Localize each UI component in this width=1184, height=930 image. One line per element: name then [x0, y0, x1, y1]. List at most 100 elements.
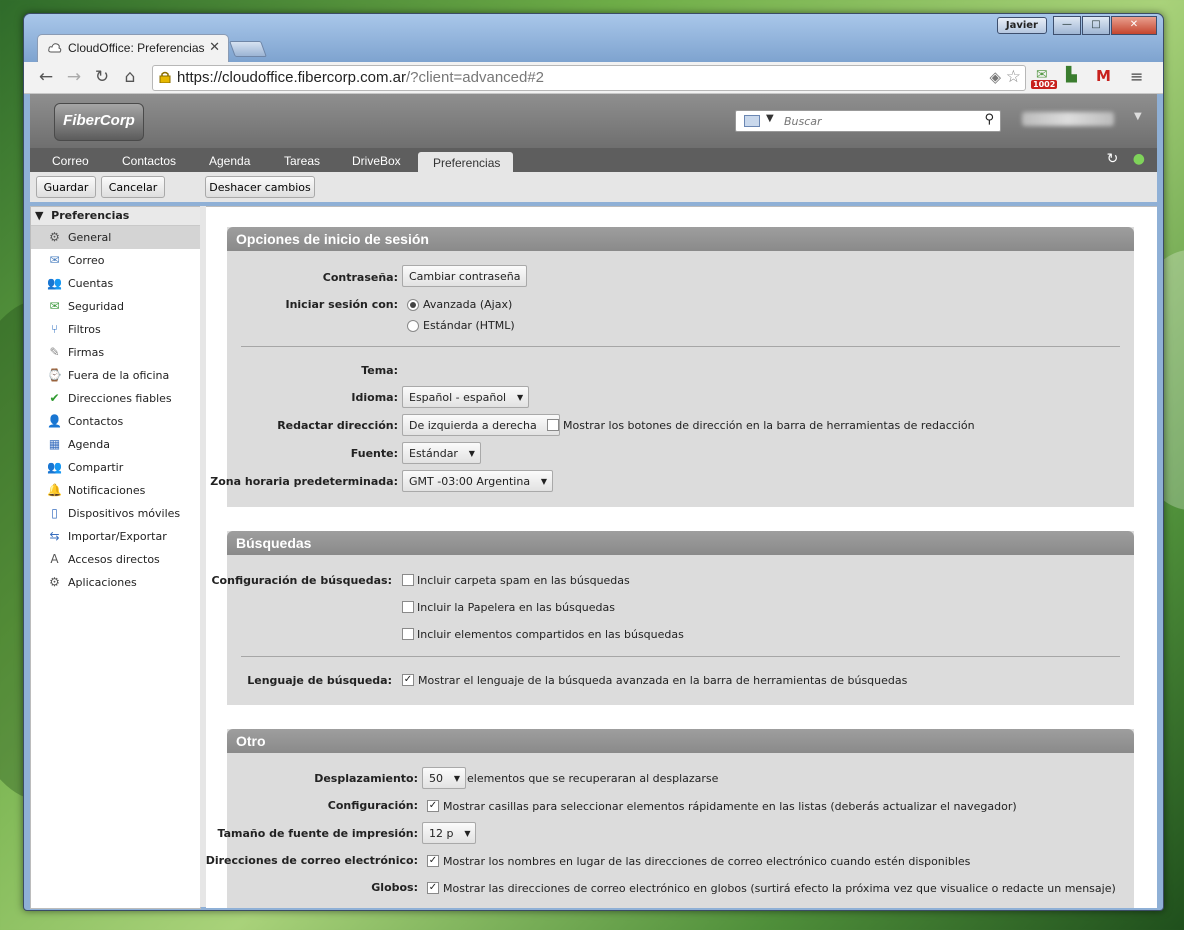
- search-input[interactable]: [782, 112, 976, 130]
- direction-buttons-checkbox[interactable]: [547, 419, 559, 431]
- calendar-icon: ▦: [48, 437, 61, 451]
- section-title: Otro: [227, 729, 1134, 753]
- password-label: Contraseña:: [322, 271, 398, 284]
- sidebar-item[interactable]: ⑂ Filtros: [31, 318, 200, 341]
- theme-label: Tema:: [361, 364, 398, 377]
- back-icon[interactable]: ←: [36, 67, 56, 87]
- save-button[interactable]: Guardar: [36, 176, 96, 198]
- preferences-sidebar: ▼ Preferencias ⚙ General ✉ Correo 👥 Cuentas ✉ S…: [30, 206, 201, 909]
- tab-contactos[interactable]: Contactos: [122, 154, 176, 168]
- extension-bookmark-icon[interactable]: ▙: [1066, 67, 1077, 83]
- sidebar-header[interactable]: ▼ Preferencias: [31, 207, 200, 226]
- sidebar-item[interactable]: ▦ Agenda: [31, 433, 200, 456]
- tab-close-icon[interactable]: ✕: [209, 40, 220, 55]
- timezone-select[interactable]: GMT -03:00 Argentina ▼: [402, 470, 554, 492]
- bookmark-star-icon[interactable]: ☆: [1006, 67, 1021, 87]
- undo-changes-button[interactable]: Deshacer cambios: [205, 176, 315, 198]
- sidebar-item-label: Dispositivos móviles: [68, 507, 181, 520]
- sidebar-item-label: Correo: [68, 254, 105, 267]
- collapse-triangle-icon[interactable]: ▼: [35, 209, 43, 222]
- maximize-button[interactable]: □: [1082, 16, 1110, 35]
- forward-icon[interactable]: →: [64, 67, 84, 87]
- sidebar-item[interactable]: ✎ Firmas: [31, 341, 200, 364]
- font-value: Estándar: [409, 447, 458, 460]
- signin-standard-radio[interactable]: [407, 320, 419, 332]
- status-icon[interactable]: ●: [1133, 151, 1145, 167]
- print-font-select[interactable]: 12 p ▼: [422, 822, 477, 844]
- show-names-checkbox[interactable]: ✓: [427, 855, 439, 867]
- sidebar-item-label: Filtros: [68, 323, 101, 336]
- language-select[interactable]: Español - español ▼: [402, 386, 530, 408]
- search-box: ▼ ⚲: [735, 110, 1001, 132]
- sidebar-item[interactable]: 👥 Compartir: [31, 456, 200, 479]
- search-type-dropdown-icon[interactable]: ▼: [766, 113, 774, 124]
- tab-correo[interactable]: Correo: [52, 154, 89, 168]
- include-shared-checkbox[interactable]: [402, 628, 414, 640]
- cloud-icon: [48, 43, 62, 53]
- bubbles-checkbox[interactable]: ✓: [427, 882, 439, 894]
- fibercorp-logo[interactable]: FiberCorp: [54, 103, 144, 141]
- direction-select[interactable]: De izquierda a derecha▼: [402, 414, 560, 436]
- direction-value: De izquierda a derecha: [409, 419, 537, 432]
- sidebar-item[interactable]: ⇆ Importar/Exportar: [31, 525, 200, 548]
- minimize-button[interactable]: —: [1053, 16, 1081, 35]
- include-spam-label: Incluir carpeta spam en las búsquedas: [417, 574, 630, 587]
- include-trash-checkbox[interactable]: [402, 601, 414, 613]
- search-type-mail-icon[interactable]: [744, 115, 760, 127]
- signin-label: Iniciar sesión con:: [285, 298, 398, 311]
- close-window-button[interactable]: ✕: [1111, 16, 1157, 35]
- tab-agenda[interactable]: Agenda: [209, 154, 250, 168]
- refresh-icon[interactable]: ↻: [1107, 151, 1119, 167]
- user-badge[interactable]: Javier: [996, 17, 1047, 34]
- sidebar-item[interactable]: 👥 Cuentas: [31, 272, 200, 295]
- user-name-blurred[interactable]: [1022, 112, 1114, 126]
- sidebar-item[interactable]: 🔔 Notificaciones: [31, 479, 200, 502]
- sidebar-item-label: General: [68, 231, 112, 244]
- sidebar-item[interactable]: ⚙ Aplicaciones: [31, 571, 200, 594]
- sidebar-item-label: Aplicaciones: [68, 576, 137, 589]
- app-header: FiberCorp ▼ ⚲ ▼: [30, 94, 1157, 148]
- divider: [241, 346, 1120, 347]
- sidebar-item[interactable]: 👤 Contactos: [31, 410, 200, 433]
- extension-diamond-icon[interactable]: ◈: [989, 68, 1001, 86]
- sidebar-item[interactable]: ✉ Correo: [31, 249, 200, 272]
- sidebar-item[interactable]: ⌚ Fuera de la oficina: [31, 364, 200, 387]
- tab-preferencias[interactable]: Preferencias: [418, 152, 513, 172]
- url-text: https://cloudoffice.fibercorp.com.ar/?cl…: [177, 69, 544, 86]
- address-bar[interactable]: https://cloudoffice.fibercorp.com.ar/?cl…: [152, 65, 1026, 91]
- home-icon[interactable]: ⌂: [120, 67, 140, 87]
- sidebar-item[interactable]: ✔ Direcciones fiables: [31, 387, 200, 410]
- tab-tareas[interactable]: Tareas: [284, 154, 320, 168]
- change-password-button[interactable]: Cambiar contraseña: [402, 265, 528, 287]
- chevron-down-icon: ▼: [464, 829, 471, 838]
- new-tab-button[interactable]: [229, 41, 267, 57]
- search-language-checkbox[interactable]: ✓: [402, 674, 414, 686]
- sidebar-item-label: Accesos directos: [68, 553, 160, 566]
- signin-standard-label: Estándar (HTML): [423, 319, 515, 332]
- sidebar-item-label: Compartir: [68, 461, 124, 474]
- sidebar-item[interactable]: ▯ Dispositivos móviles: [31, 502, 200, 525]
- login-options-section: Opciones de inicio de sesión Contraseña:…: [210, 227, 1134, 507]
- font-select[interactable]: Estándar ▼: [402, 442, 481, 464]
- sidebar-item[interactable]: ⚙ General: [31, 226, 200, 249]
- menu-icon[interactable]: ≡: [1130, 67, 1143, 86]
- signin-advanced-radio[interactable]: [407, 299, 419, 311]
- browser-tab[interactable]: CloudOffice: Preferencias ✕: [37, 34, 229, 63]
- include-shared-label: Incluir elementos compartidos en las bús…: [417, 628, 684, 641]
- scroll-select[interactable]: 50 ▼: [422, 767, 466, 789]
- gmail-icon[interactable]: M: [1096, 67, 1111, 85]
- search-icon[interactable]: ⚲: [984, 112, 994, 127]
- sidebar-item-label: Fuera de la oficina: [68, 369, 170, 382]
- include-spam-checkbox[interactable]: [402, 574, 414, 586]
- accounts-icon: 👥: [47, 276, 62, 290]
- search-config-label: Configuración de búsquedas:: [211, 574, 392, 587]
- sidebar-item[interactable]: ✉ Seguridad: [31, 295, 200, 318]
- sidebar-item[interactable]: A Accesos directos: [31, 548, 200, 571]
- shortcut-icon: A: [50, 552, 59, 566]
- tab-drivebox[interactable]: DriveBox: [352, 154, 401, 168]
- reload-icon[interactable]: ↻: [92, 67, 112, 87]
- cancel-button[interactable]: Cancelar: [101, 176, 165, 198]
- scroll-label: Desplazamiento:: [314, 772, 418, 785]
- quick-select-checkbox[interactable]: ✓: [427, 800, 439, 812]
- user-menu-dropdown-icon[interactable]: ▼: [1134, 111, 1142, 122]
